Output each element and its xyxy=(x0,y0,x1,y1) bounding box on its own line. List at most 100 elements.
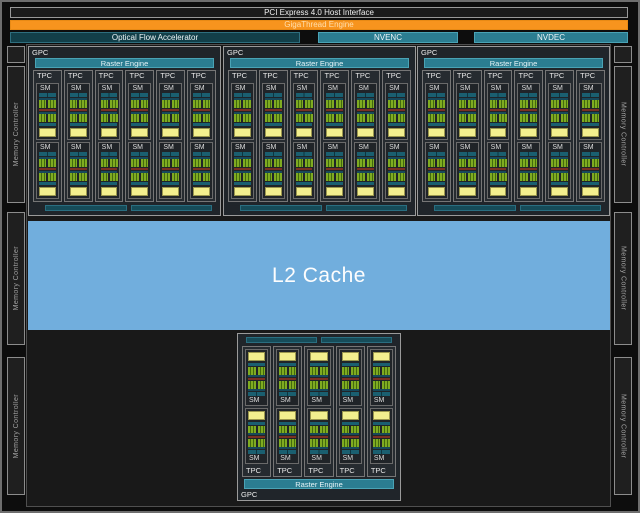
core-cell xyxy=(274,114,281,122)
rop-row xyxy=(434,205,601,211)
sm-unit: SM xyxy=(370,408,393,465)
sm-label: SM xyxy=(356,84,375,93)
sm-unit: SM xyxy=(36,83,59,140)
memory-controller-cap xyxy=(614,46,632,63)
sm-core-block xyxy=(296,157,313,167)
sm-core-block xyxy=(388,98,405,108)
core-cell xyxy=(520,173,527,181)
sm-core-block xyxy=(388,112,405,122)
sm-scheduler-bar xyxy=(490,152,507,156)
sm-label: SM xyxy=(38,143,57,152)
sm-ldst-bar xyxy=(234,123,251,126)
sm-core-block xyxy=(490,112,507,122)
sm-scheduler-bar xyxy=(234,93,251,97)
core-cell xyxy=(258,439,266,447)
sm-divider xyxy=(357,168,374,170)
core-cell xyxy=(336,159,343,167)
sm-core-block xyxy=(70,98,87,108)
sm-divider xyxy=(265,168,282,170)
tpc-label: TPC xyxy=(323,71,346,81)
sm-ldst-bar xyxy=(70,123,87,126)
sm-label: SM xyxy=(489,143,508,152)
core-cell xyxy=(592,114,599,122)
nvdec-label: NVDEC xyxy=(537,34,565,42)
sm-core-block xyxy=(551,98,568,108)
sm-ldst-bar xyxy=(582,182,599,185)
sm-register-bar xyxy=(551,128,568,137)
sm-core-block xyxy=(582,112,599,122)
sm-core-block xyxy=(342,439,359,449)
nvenc-bar: NVENC xyxy=(318,32,458,43)
sm-core-block xyxy=(131,157,148,167)
sm-unit: SM xyxy=(354,142,377,199)
sm-unit: SM xyxy=(245,349,268,406)
sm-core-block xyxy=(70,171,87,181)
sm-register-bar xyxy=(428,187,445,196)
core-cell xyxy=(265,159,272,167)
sm-register-bar xyxy=(520,187,537,196)
core-cell xyxy=(274,159,281,167)
sm-ldst-bar xyxy=(373,363,390,366)
core-cell xyxy=(70,100,77,108)
core-cell xyxy=(342,367,350,375)
gpc-label: GPC xyxy=(29,47,48,58)
core-cell xyxy=(110,159,117,167)
core-cell xyxy=(258,381,266,389)
core-cell xyxy=(428,100,435,108)
sm-divider xyxy=(520,109,537,111)
sm-scheduler-bar xyxy=(70,152,87,156)
sm-ldst-bar xyxy=(265,182,282,185)
core-cell xyxy=(296,100,303,108)
sm-core-block xyxy=(101,98,118,108)
sm-divider xyxy=(459,109,476,111)
sm-ldst-bar xyxy=(296,123,313,126)
sm-ldst-bar xyxy=(248,422,265,425)
sm-core-block xyxy=(520,157,537,167)
sm-core-block xyxy=(310,367,327,377)
sm-core-block xyxy=(459,98,476,108)
tpc-label: TPC xyxy=(190,71,213,81)
sm-register-bar xyxy=(234,187,251,196)
core-cell xyxy=(39,100,46,108)
sm-divider xyxy=(101,168,118,170)
tpc-block: TPCSMSM xyxy=(290,70,319,202)
core-cell xyxy=(289,381,297,389)
sm-register-bar xyxy=(162,187,179,196)
core-cell xyxy=(561,114,568,122)
sm-ldst-bar xyxy=(388,123,405,126)
sm-unit: SM xyxy=(231,142,254,199)
memory-controller-label: Memory Controller xyxy=(13,246,20,310)
memory-controller-cap xyxy=(7,46,25,63)
sm-ldst-bar xyxy=(342,422,359,425)
sm-scheduler-bar xyxy=(582,93,599,97)
core-cell xyxy=(39,114,46,122)
sm-core-block xyxy=(342,381,359,391)
sm-ldst-bar xyxy=(551,182,568,185)
sm-core-block xyxy=(296,171,313,181)
core-cell xyxy=(248,426,256,434)
core-cell xyxy=(373,426,381,434)
sm-core-block xyxy=(234,98,251,108)
tpc-label: TPC xyxy=(385,71,408,81)
core-cell xyxy=(193,173,200,181)
sm-scheduler-bar xyxy=(70,93,87,97)
l2-cache-label: L2 Cache xyxy=(272,264,366,288)
sm-divider xyxy=(265,109,282,111)
sm-divider xyxy=(296,109,313,111)
sm-scheduler-bar xyxy=(296,152,313,156)
sm-core-block xyxy=(388,157,405,167)
sm-core-block xyxy=(310,439,327,449)
sm-ldst-bar xyxy=(582,123,599,126)
sm-label: SM xyxy=(489,84,508,93)
gpc-label: GPC xyxy=(418,47,437,58)
sm-label: SM xyxy=(325,84,344,93)
sm-unit: SM xyxy=(307,408,330,465)
sm-divider xyxy=(326,109,343,111)
gpc-block: GPCRaster EngineTPCSMSMTPCSMSMTPCSMSMTPC… xyxy=(237,333,401,501)
sm-core-block xyxy=(357,171,374,181)
sm-scheduler-bar xyxy=(388,93,405,97)
core-cell xyxy=(561,159,568,167)
core-cell xyxy=(437,100,444,108)
sm-divider xyxy=(279,378,296,380)
core-cell xyxy=(79,173,86,181)
